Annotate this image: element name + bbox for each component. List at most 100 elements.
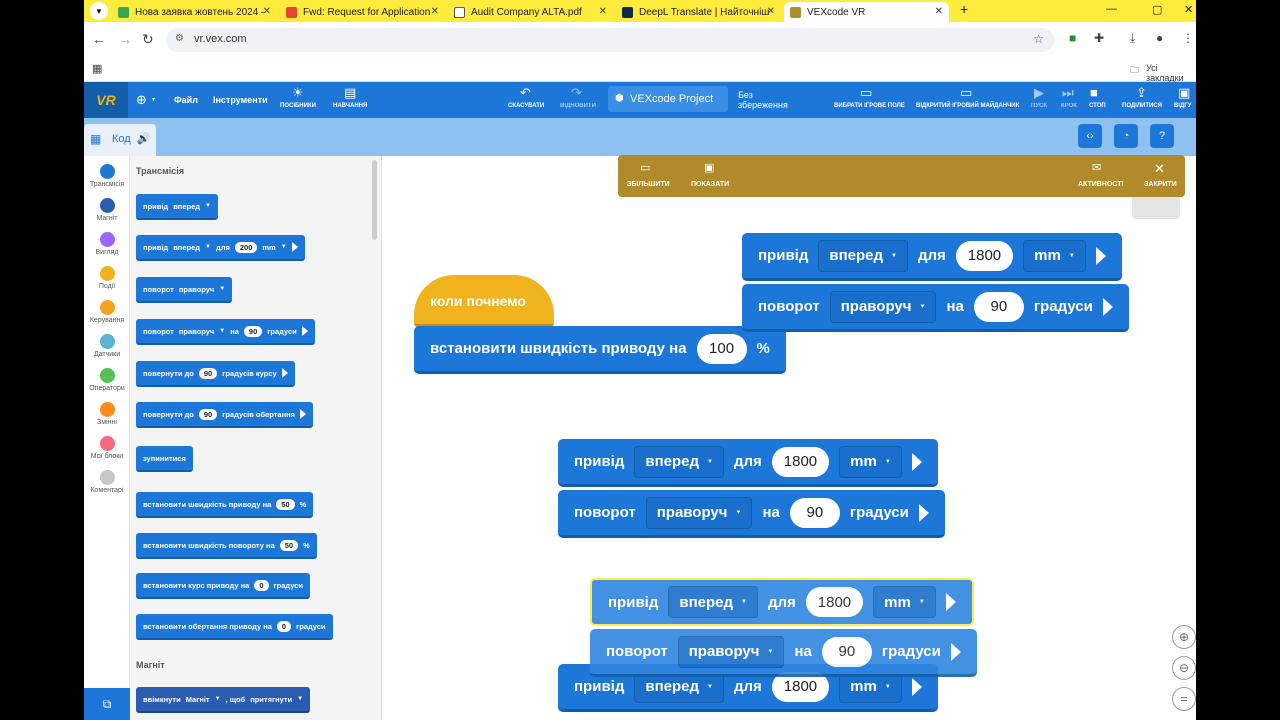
turn-for-block[interactable]: поворот праворуч ▼ на 90 градуси bbox=[558, 490, 945, 538]
zoom-out-icon[interactable]: ⊖ bbox=[1172, 656, 1196, 680]
palette-block-drive[interactable]: привід вперед ▼ bbox=[136, 194, 218, 220]
redo-icon[interactable]: ↷ bbox=[571, 85, 582, 101]
drive-for-block[interactable]: привід вперед ▼ для 1800 mm ▼ bbox=[742, 233, 1122, 281]
direction-dropdown[interactable]: вперед ▼ bbox=[668, 586, 758, 618]
block-dropdown[interactable]: mm bbox=[262, 243, 275, 252]
more-menu-icon[interactable]: ⋮ bbox=[1182, 31, 1194, 45]
dashboard-icon[interactable]: ◔ bbox=[1114, 124, 1138, 148]
palette-block-energize-magnet[interactable]: ввімкнути Магніт ▼ , щоб притягнути ▼ bbox=[136, 687, 311, 713]
playground-select-icon[interactable]: ▭ bbox=[860, 85, 872, 101]
direction-dropdown[interactable]: праворуч ▼ bbox=[829, 290, 937, 323]
block-dropdown[interactable]: вперед bbox=[173, 243, 200, 252]
select-playground-button[interactable]: ВИБРАТИ ІГРОВЕ ПОЛЕ bbox=[834, 103, 905, 109]
feedback-button[interactable]: ВІДГУ bbox=[1174, 103, 1191, 109]
unit-dropdown[interactable]: mm ▼ bbox=[1023, 239, 1086, 272]
category-drivetrain[interactable]: Трансмісія bbox=[84, 164, 130, 188]
tools-menu[interactable]: Інструменти bbox=[213, 95, 268, 105]
activities-button[interactable]: АКТИВНОСТІ bbox=[1078, 181, 1123, 188]
undo-icon[interactable]: ↶ bbox=[520, 85, 531, 101]
category-looks[interactable]: Вигляд bbox=[84, 232, 130, 256]
block-number-input[interactable]: 50 bbox=[279, 539, 299, 551]
close-tab-icon[interactable]: ✕ bbox=[263, 6, 271, 17]
close-window-icon[interactable]: ✕ bbox=[1184, 3, 1193, 16]
project-name-box[interactable]: ⬢ VEXcode Project bbox=[608, 86, 728, 112]
apps-grid-icon[interactable]: ▦ bbox=[92, 62, 102, 75]
distance-input[interactable]: 1800 bbox=[771, 446, 830, 477]
category-comments[interactable]: Коментарі bbox=[84, 470, 130, 494]
block-dropdown[interactable]: праворуч bbox=[179, 285, 214, 294]
velocity-input[interactable]: 100 bbox=[696, 333, 747, 364]
chevron-down-icon[interactable]: ▾ bbox=[152, 96, 155, 103]
direction-dropdown[interactable]: вперед ▼ bbox=[634, 445, 724, 478]
turn-for-block[interactable]: поворот праворуч ▼ на 90 градуси bbox=[742, 284, 1129, 332]
block-number-input[interactable]: 50 bbox=[276, 498, 295, 510]
angle-input[interactable]: 90 bbox=[789, 497, 840, 528]
puzzle-icon[interactable]: ✚ bbox=[1094, 31, 1104, 45]
browser-tab[interactable]: DeepL Translate | Найточніший ✕ bbox=[616, 2, 781, 22]
category-variables[interactable]: Змінні bbox=[84, 402, 130, 426]
back-icon[interactable]: ← bbox=[92, 31, 106, 47]
palette-block-set-drive-rotation[interactable]: встановити обертання приводу на 0 градус… bbox=[136, 614, 333, 640]
show-button[interactable]: ПОКАЗАТИ bbox=[691, 181, 729, 188]
palette-block-turn[interactable]: поворот праворуч ▼ bbox=[136, 277, 233, 303]
extension-icon[interactable]: ■ bbox=[1069, 31, 1076, 45]
block-number-input[interactable]: 90 bbox=[198, 367, 218, 379]
play-icon[interactable]: ▶ bbox=[1034, 85, 1044, 101]
play-button[interactable]: ПУСК bbox=[1031, 103, 1047, 109]
set-drive-velocity-block[interactable]: встановити швидкість приводу на 100 % bbox=[414, 326, 786, 374]
distance-input[interactable]: 1800 bbox=[805, 587, 864, 617]
palette-block-stop[interactable]: зупинитися bbox=[136, 446, 193, 472]
activities-icon[interactable]: ✉ bbox=[1092, 161, 1101, 174]
category-control[interactable]: Керування bbox=[84, 300, 130, 324]
step-icon[interactable]: ⏭ bbox=[1062, 85, 1074, 101]
block-dropdown[interactable]: праворуч bbox=[179, 327, 214, 336]
close-tab-icon[interactable]: ✕ bbox=[599, 6, 607, 17]
unit-dropdown[interactable]: mm ▼ bbox=[873, 586, 936, 618]
palette-block-turn-to-rotation[interactable]: повернути до 90 градусів обертання bbox=[136, 402, 314, 428]
book-icon[interactable]: ▤ bbox=[344, 85, 356, 101]
language-globe-icon[interactable]: ⊕ bbox=[136, 92, 147, 108]
close-tab-icon[interactable]: ✕ bbox=[767, 6, 775, 17]
stop-button[interactable]: СТОП bbox=[1089, 103, 1106, 109]
show-icon[interactable]: ▣ bbox=[704, 161, 714, 174]
all-bookmarks-label[interactable]: Усі закладки bbox=[1146, 63, 1196, 83]
block-number-input[interactable]: 0 bbox=[254, 579, 269, 591]
direction-dropdown[interactable]: вперед ▼ bbox=[818, 239, 908, 272]
category-events[interactable]: Події bbox=[84, 266, 130, 290]
angle-input[interactable]: 90 bbox=[973, 291, 1024, 322]
palette-scrollbar[interactable] bbox=[372, 160, 377, 240]
step-button[interactable]: КРОК bbox=[1061, 103, 1077, 109]
category-operators[interactable]: Оператори bbox=[84, 368, 130, 392]
lightbulb-icon[interactable]: ☀ bbox=[292, 85, 304, 101]
block-number-input[interactable]: 0 bbox=[276, 620, 292, 632]
block-dropdown[interactable]: притягнути bbox=[250, 695, 292, 704]
close-tab-icon[interactable]: ✕ bbox=[935, 6, 943, 17]
dragged-drive-for-block[interactable]: привід вперед ▼ для 1800 mm ▼ bbox=[590, 578, 974, 626]
block-number-input[interactable]: 90 bbox=[198, 408, 218, 420]
extensions-icon[interactable]: ⧉ bbox=[84, 688, 130, 720]
share-button[interactable]: ПОДІЛИТИСЯ bbox=[1122, 103, 1162, 109]
unit-dropdown[interactable]: mm ▼ bbox=[839, 445, 902, 478]
block-dropdown[interactable]: Магніт bbox=[186, 695, 210, 704]
dragged-turn-for-block[interactable]: поворот праворуч ▼ на 90 градуси bbox=[590, 629, 977, 677]
forward-icon[interactable]: → bbox=[118, 31, 132, 47]
palette-block-set-turn-velocity[interactable]: встановити швидкість повороту на 50 % bbox=[136, 533, 317, 559]
zoom-reset-icon[interactable]: = bbox=[1172, 687, 1196, 711]
open-playground-icon[interactable]: ▭ bbox=[960, 85, 972, 101]
browser-tab[interactable]: Audit Company ALTA.pdf ✕ bbox=[448, 2, 613, 22]
redo-button[interactable]: ВІДНОВИТИ bbox=[560, 103, 596, 109]
angle-input[interactable]: 90 bbox=[821, 636, 872, 667]
open-playground-button[interactable]: ВІДКРИТИЙ ІГРОВИЙ МАЙДАНЧИК bbox=[916, 103, 1019, 109]
close-tab-icon[interactable]: ✕ bbox=[431, 6, 439, 17]
browser-tab-active[interactable]: VEXcode VR ✕ bbox=[784, 2, 949, 22]
code-tab[interactable]: ▦ Код 🔊 bbox=[84, 124, 156, 156]
block-dropdown[interactable]: вперед bbox=[173, 202, 200, 211]
when-started-block[interactable]: коли почнемо bbox=[414, 275, 554, 327]
site-info-icon[interactable]: ⚙ bbox=[175, 33, 184, 44]
palette-block-drive-for[interactable]: привід вперед ▼ для 200 mm ▼ bbox=[136, 235, 305, 261]
drive-for-block[interactable]: привід вперед ▼ для 1800 mm ▼ bbox=[558, 439, 938, 487]
browser-tab[interactable]: Нова заявка жовтень 2024 – G ✕ bbox=[112, 2, 277, 22]
undo-button[interactable]: СКАСУВАТИ bbox=[508, 103, 544, 109]
url-box[interactable]: ⚙ vr.vex.com ☆ bbox=[166, 28, 1054, 52]
reload-icon[interactable]: ↻ bbox=[142, 31, 154, 48]
